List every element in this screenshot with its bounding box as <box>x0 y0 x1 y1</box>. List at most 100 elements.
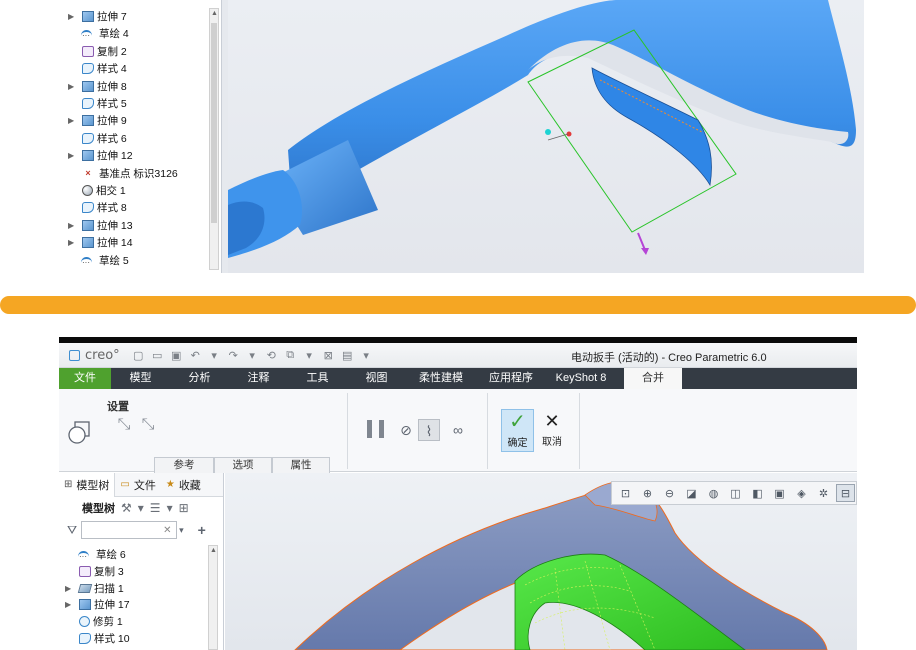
tree-item[interactable]: ▶ 扫描 1 <box>65 580 124 597</box>
tree-settings-dropdown-icon[interactable]: ▾ <box>138 501 144 515</box>
tree-scrollbar[interactable]: ▲ <box>208 545 218 650</box>
expand-arrow-icon[interactable]: ▶ <box>68 221 80 230</box>
tree-item[interactable]: 样式 10 <box>65 630 130 647</box>
tree-item[interactable]: ▶ 拉伸 17 <box>65 596 130 613</box>
tree-item[interactable]: 复制 3 <box>65 563 124 580</box>
pause-button-bar-left[interactable] <box>367 420 372 438</box>
menu-view[interactable]: 视图 <box>347 368 406 389</box>
menu-flexible-modeling[interactable]: 柔性建模 <box>406 368 476 389</box>
pause-button-bar-right[interactable] <box>379 420 384 438</box>
expand-arrow-icon[interactable]: ▶ <box>65 584 77 593</box>
add-icon[interactable]: + <box>198 522 206 538</box>
regenerate-icon[interactable]: ⟲ <box>265 349 278 362</box>
scroll-thumb[interactable] <box>211 23 217 223</box>
expand-arrow-icon[interactable]: ▶ <box>68 151 80 160</box>
expand-arrow-icon[interactable]: ▶ <box>65 600 77 609</box>
tab-favorites[interactable]: ★ 收藏 <box>161 473 206 497</box>
customize-dropdown-icon[interactable]: ▾ <box>360 349 373 362</box>
redo-icon[interactable]: ↷ <box>227 349 240 362</box>
show-dropdown-icon[interactable]: ▾ <box>167 501 173 515</box>
tab-references[interactable]: 参考 <box>154 457 214 473</box>
tree-item[interactable]: ▶ 拉伸 7 <box>68 8 127 25</box>
tree-item[interactable]: 草绘 4 <box>68 25 129 42</box>
expand-arrow-icon[interactable]: ▶ <box>68 82 80 91</box>
display-style-icon[interactable]: ◍ <box>704 484 723 502</box>
ok-button[interactable]: ✓ 确定 <box>501 409 534 452</box>
expand-arrow-icon[interactable]: ▶ <box>68 116 80 125</box>
appearance-icon[interactable]: ▣ <box>770 484 789 502</box>
menu-tools[interactable]: 工具 <box>288 368 347 389</box>
save-icon[interactable]: ▣ <box>170 349 183 362</box>
flip-side-2-icon[interactable]: ⤡ <box>138 415 158 435</box>
menu-keyshot[interactable]: KeyShot 8 <box>546 368 616 389</box>
menu-analysis[interactable]: 分析 <box>170 368 229 389</box>
no-preview-icon[interactable]: ⊘ <box>395 419 417 441</box>
undo-icon[interactable]: ↶ <box>189 349 202 362</box>
preview-glasses-icon[interactable]: ∞ <box>447 419 469 441</box>
clear-search-icon[interactable]: ✕ <box>163 525 175 536</box>
tab-model-tree[interactable]: ⊞ 模型树 <box>59 472 116 497</box>
scroll-up-arrow-icon[interactable]: ▲ <box>210 547 217 554</box>
cancel-button[interactable]: ✕ 取消 <box>537 409 567 452</box>
datum-display-icon[interactable]: ✲ <box>814 484 833 502</box>
tree-item[interactable]: ▶ 拉伸 12 <box>68 147 133 164</box>
zoom-out-icon[interactable]: ⊖ <box>660 484 679 502</box>
tree-item[interactable]: 样式 4 <box>68 60 127 77</box>
funnel-icon[interactable]: ⛛ <box>67 523 77 538</box>
expand-arrow-icon[interactable]: ▶ <box>68 12 80 21</box>
windows-dropdown-icon[interactable]: ▾ <box>303 349 316 362</box>
tree-item[interactable]: ▶ 拉伸 8 <box>68 78 127 95</box>
redo-dropdown-icon[interactable]: ▾ <box>246 349 259 362</box>
flip-side-1-icon[interactable]: ⤡ <box>114 415 134 435</box>
tree-item[interactable]: × 基准点 标识3126 <box>68 165 177 182</box>
tree-item[interactable]: 样式 6 <box>68 130 127 147</box>
show-list-icon[interactable]: ☰ <box>150 501 161 515</box>
sketch-icon <box>80 27 96 40</box>
tree-filter-icon[interactable]: ⊞ <box>179 501 189 515</box>
tree-item[interactable]: ▶ 拉伸 9 <box>68 112 127 129</box>
annotation-display-icon[interactable]: ⊟ <box>836 484 855 502</box>
sketch-icon <box>80 254 96 267</box>
tree-item[interactable]: 样式 8 <box>68 199 127 216</box>
undo-dropdown-icon[interactable]: ▾ <box>208 349 221 362</box>
tree-item[interactable]: 相交 1 <box>68 182 126 199</box>
tab-options[interactable]: 选项 <box>214 457 272 473</box>
zoom-fit-icon[interactable]: ⊡ <box>616 484 635 502</box>
tab-folder-browser[interactable]: ▭ 文件 <box>115 473 160 497</box>
tree-item[interactable]: 草绘 5 <box>68 252 129 269</box>
menu-annotate[interactable]: 注释 <box>229 368 288 389</box>
scroll-up-arrow-icon[interactable]: ▲ <box>211 10 218 17</box>
tree-item[interactable]: ▶ 拉伸 14 <box>68 234 133 251</box>
tree-item[interactable]: 复制 2 <box>68 43 127 60</box>
windows-icon[interactable]: ⧉ <box>284 349 297 362</box>
creo-cube-icon <box>69 349 80 361</box>
expand-arrow-icon[interactable]: ▶ <box>68 238 80 247</box>
menu-model[interactable]: 模型 <box>111 368 170 389</box>
top-tree-scrollbar[interactable]: ▲ <box>209 8 219 270</box>
close-window-icon[interactable]: ⊠ <box>322 349 335 362</box>
verify-mode-icon[interactable]: ⌇ <box>418 419 440 441</box>
menu-file[interactable]: 文件 <box>59 368 111 389</box>
filter-dropdown-icon[interactable]: ▾ <box>179 525 184 536</box>
new-file-icon[interactable]: ▢ <box>132 349 145 362</box>
tree-item-label: 修剪 1 <box>93 616 123 629</box>
zoom-in-icon[interactable]: ⊕ <box>638 484 657 502</box>
saved-views-icon[interactable]: ◫ <box>726 484 745 502</box>
menu-applications[interactable]: 应用程序 <box>476 368 546 389</box>
graphics-area[interactable]: ⊡ ⊕ ⊖ ◪ ◍ ◫ ◧ ▣ ◈ ✲ ⊟ <box>225 473 857 650</box>
tree-settings-icon[interactable]: ⚒ <box>121 501 132 515</box>
tree-item[interactable]: 修剪 1 <box>65 613 123 630</box>
tree-item[interactable]: 样式 5 <box>68 95 127 112</box>
menu-merge[interactable]: 合并 <box>624 368 682 389</box>
open-file-icon[interactable]: ▭ <box>151 349 164 362</box>
view-manager-icon[interactable]: ◧ <box>748 484 767 502</box>
trim-icon <box>79 616 90 628</box>
snapshot-icon[interactable]: ▤ <box>341 349 354 362</box>
direction-arrow-icon[interactable] <box>637 232 646 251</box>
repaint-icon[interactable]: ◪ <box>682 484 701 502</box>
tree-item[interactable]: ▶ 拉伸 13 <box>68 217 133 234</box>
top-graphics-area[interactable] <box>228 0 864 273</box>
tab-properties[interactable]: 属性 <box>272 457 330 473</box>
perspective-icon[interactable]: ◈ <box>792 484 811 502</box>
tree-item[interactable]: 草绘 6 <box>65 546 126 563</box>
